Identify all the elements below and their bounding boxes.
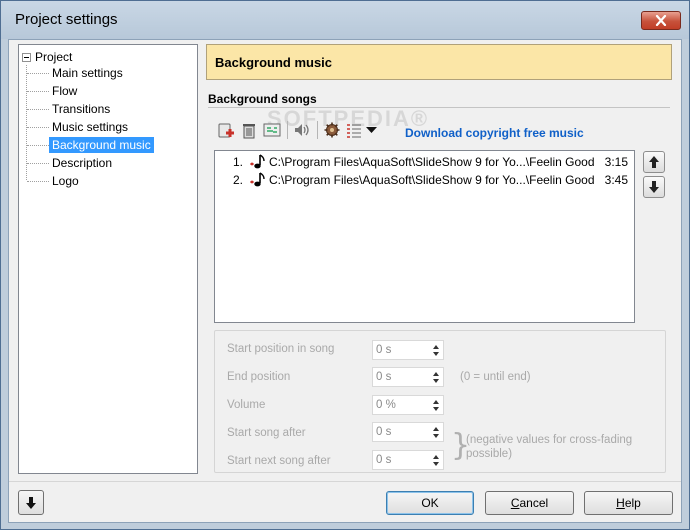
tree-item-label: Logo	[52, 174, 79, 188]
move-up-button[interactable]	[643, 151, 665, 173]
tree-item-logo[interactable]: Logo	[27, 172, 82, 190]
spinner-arrows-icon[interactable]	[429, 396, 443, 414]
end-position-spinner[interactable]: 0 s	[372, 367, 444, 387]
move-down-button[interactable]	[643, 176, 665, 198]
tree-item-transitions[interactable]: Transitions	[27, 100, 113, 118]
help-button[interactable]: Help	[584, 491, 673, 515]
music-note-icon	[247, 171, 269, 189]
arrow-down-icon	[649, 181, 659, 193]
song-row[interactable]: 1. C:\Program Files\AquaSoft\SlideShow 9…	[215, 153, 634, 171]
title-bar[interactable]: Project settings	[1, 1, 689, 39]
tree-branch-line	[27, 90, 49, 92]
project-settings-window: Project settings Project Main settings F…	[0, 0, 690, 530]
list-options-icon	[347, 124, 377, 138]
toolbar-separator	[317, 121, 318, 139]
delete-song-button[interactable]	[239, 120, 259, 140]
ok-label: OK	[421, 496, 439, 510]
tree-branch-line	[27, 180, 49, 182]
tree-item-label: Music settings	[52, 120, 129, 134]
song-list[interactable]: 1. C:\Program Files\AquaSoft\SlideShow 9…	[214, 150, 635, 323]
volume-icon	[295, 124, 309, 136]
settings-button[interactable]	[322, 120, 342, 140]
tree-branch-line	[27, 72, 49, 74]
spinner-arrows-icon[interactable]	[429, 451, 443, 469]
tree-item-flow[interactable]: Flow	[27, 82, 80, 100]
arrow-up-icon	[649, 156, 659, 168]
tree-branch-line	[27, 126, 49, 128]
song-duration: 3:15	[604, 155, 628, 169]
cancel-label: ancel	[519, 496, 549, 510]
tree-item-background-music[interactable]: Background music	[27, 136, 154, 154]
spinner-arrows-icon[interactable]	[429, 423, 443, 441]
tree-item-music-settings[interactable]: Music settings	[27, 118, 131, 136]
spinner-value: 0 %	[376, 399, 396, 411]
volume-label: Volume	[227, 399, 266, 411]
start-song-after-label: Start song after	[227, 427, 306, 439]
spinner-value: 0 s	[376, 426, 392, 438]
edit-icon	[263, 123, 281, 137]
song-duration: 3:45	[604, 173, 628, 187]
spinner-value: 0 s	[376, 371, 392, 383]
song-path: C:\Program Files\AquaSoft\SlideShow 9 fo…	[269, 155, 594, 169]
add-song-button[interactable]	[216, 120, 236, 140]
volume-spinner[interactable]: 0 %	[372, 395, 444, 415]
tree-root-label: Project	[35, 50, 73, 64]
tree-item-label: Background music	[49, 137, 154, 153]
settings-tree[interactable]: Project Main settings Flow Transitions M…	[18, 44, 198, 474]
download-music-link[interactable]: Download copyright free music	[405, 126, 584, 140]
spinner-arrows-icon[interactable]	[429, 368, 443, 386]
delete-icon	[243, 124, 255, 139]
expand-options-button[interactable]	[18, 490, 44, 515]
song-properties-group: Start position in song 0 s End position …	[214, 330, 666, 473]
cancel-button[interactable]: Cancel	[485, 491, 574, 515]
spinner-arrows-icon[interactable]	[429, 341, 443, 359]
edit-song-button[interactable]	[262, 120, 282, 140]
tree-item-label: Description	[52, 156, 113, 170]
close-icon	[655, 15, 667, 26]
dialog-client: Project Main settings Flow Transitions M…	[8, 39, 682, 523]
tree-item-description[interactable]: Description	[27, 154, 115, 172]
dialog-button-bar: OK Cancel Help	[9, 481, 681, 522]
section-title: Background songs	[208, 92, 317, 106]
tree-item-label: Flow	[52, 84, 78, 98]
music-note-icon	[247, 153, 269, 171]
end-position-label: End position	[227, 371, 291, 383]
end-position-hint: (0 = until end)	[460, 371, 531, 383]
songs-toolbar	[216, 120, 382, 140]
collapse-icon[interactable]	[22, 52, 31, 62]
window-title: Project settings	[15, 11, 118, 28]
tree-item-main-settings[interactable]: Main settings	[27, 64, 126, 82]
song-number: 1.	[232, 155, 243, 169]
crossfade-hint-line2: possible)	[466, 448, 513, 460]
list-options-button[interactable]	[345, 120, 379, 140]
tree-item-label: Main settings	[52, 66, 123, 80]
help-label: elp	[624, 496, 641, 510]
crossfade-hint-line1: (negative values for cross-fading	[466, 434, 633, 446]
start-song-after-spinner[interactable]: 0 s	[372, 422, 444, 442]
spinner-value: 0 s	[376, 454, 392, 466]
start-position-spinner[interactable]: 0 s	[372, 340, 444, 360]
panel-header: Background music	[206, 44, 672, 80]
song-number: 2.	[232, 173, 243, 187]
song-path: C:\Program Files\AquaSoft\SlideShow 9 fo…	[269, 173, 594, 187]
tree-branch-line	[27, 162, 49, 164]
spinner-value: 0 s	[376, 344, 392, 356]
close-button[interactable]	[641, 11, 681, 30]
help-accelerator: H	[616, 496, 625, 510]
settings-icon	[324, 122, 340, 138]
add-song-icon	[218, 123, 234, 138]
tree-branch-line	[27, 144, 49, 146]
toolbar-separator	[287, 121, 288, 139]
start-next-song-after-spinner[interactable]: 0 s	[372, 450, 444, 470]
panel-title: Background music	[215, 55, 333, 70]
tree-item-label: Transitions	[52, 102, 111, 116]
start-position-label: Start position in song	[227, 343, 335, 355]
volume-button[interactable]	[292, 120, 312, 140]
ok-button[interactable]: OK	[386, 491, 474, 515]
arrow-down-icon	[26, 496, 36, 509]
cancel-accelerator: C	[510, 496, 520, 510]
start-next-song-after-label: Start next song after	[227, 455, 331, 467]
tree-branch-line	[27, 108, 49, 110]
song-row[interactable]: 2. C:\Program Files\AquaSoft\SlideShow 9…	[215, 171, 634, 189]
